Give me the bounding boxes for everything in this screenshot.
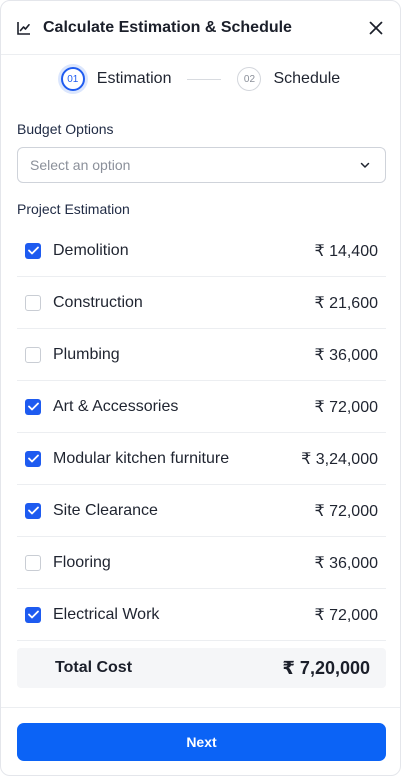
estimation-list: Demolition ₹ 14,400 Construction ₹ 21,60…	[17, 225, 386, 641]
next-button[interactable]: Next	[17, 723, 386, 761]
step-connector	[187, 78, 222, 80]
checkbox-checked[interactable]	[25, 398, 41, 415]
list-item-electrical-work[interactable]: Electrical Work ₹ 72,000	[17, 589, 386, 641]
step-estimation[interactable]: 01 Estimation	[60, 67, 172, 91]
project-estimation-label: Project Estimation	[17, 201, 130, 217]
list-item-plumbing[interactable]: Plumbing ₹ 36,000	[17, 329, 386, 381]
item-label: Site Clearance	[53, 501, 158, 519]
footer-divider	[1, 707, 400, 708]
item-label: Construction	[53, 293, 143, 311]
checkbox-unchecked[interactable]	[25, 294, 41, 311]
close-icon[interactable]	[366, 18, 386, 38]
step-number: 02	[237, 67, 262, 91]
item-amount: ₹ 72,000	[314, 502, 378, 520]
budget-select[interactable]: Select an option	[17, 147, 386, 183]
panel-header: Calculate Estimation & Schedule	[1, 1, 400, 55]
item-amount: ₹ 36,000	[314, 346, 378, 364]
list-item-demolition[interactable]: Demolition ₹ 14,400	[17, 225, 386, 277]
checkbox-checked[interactable]	[25, 450, 41, 467]
estimation-panel: Calculate Estimation & Schedule 01 Estim…	[0, 0, 401, 776]
checkbox-checked[interactable]	[25, 242, 41, 259]
item-amount: ₹ 3,24,000	[301, 450, 378, 468]
item-amount: ₹ 21,600	[314, 294, 378, 312]
panel-title: Calculate Estimation & Schedule	[43, 18, 292, 36]
chevron-down-icon	[359, 158, 373, 172]
item-label: Demolition	[53, 241, 129, 259]
step-label: Schedule	[273, 70, 341, 87]
checkbox-unchecked[interactable]	[25, 554, 41, 571]
step-label: Estimation	[96, 70, 172, 87]
total-cost-row: Total Cost ₹ 7,20,000	[17, 648, 386, 688]
item-label: Flooring	[53, 553, 111, 571]
total-cost-value: ₹ 7,20,000	[282, 657, 370, 678]
step-schedule[interactable]: 02 Schedule	[237, 67, 340, 91]
list-item-art-accessories[interactable]: Art & Accessories ₹ 72,000	[17, 381, 386, 433]
checkbox-unchecked[interactable]	[25, 346, 41, 363]
checkbox-checked[interactable]	[25, 606, 41, 623]
list-item-construction[interactable]: Construction ₹ 21,600	[17, 277, 386, 329]
list-item-modular-kitchen[interactable]: Modular kitchen furniture ₹ 3,24,000	[17, 433, 386, 485]
step-number: 01	[60, 67, 85, 91]
item-label: Modular kitchen furniture	[53, 449, 230, 467]
budget-options-label: Budget Options	[17, 121, 114, 137]
item-amount: ₹ 36,000	[314, 554, 378, 572]
item-amount: ₹ 72,000	[314, 398, 378, 416]
list-item-flooring[interactable]: Flooring ₹ 36,000	[17, 537, 386, 589]
item-label: Art & Accessories	[53, 397, 179, 415]
item-label: Plumbing	[53, 345, 120, 363]
chart-line-icon	[17, 20, 33, 36]
stepper: 01 Estimation 02 Schedule	[1, 55, 400, 103]
item-amount: ₹ 14,400	[314, 242, 378, 260]
total-cost-label: Total Cost	[55, 659, 133, 676]
select-placeholder: Select an option	[30, 157, 131, 173]
list-item-site-clearance[interactable]: Site Clearance ₹ 72,000	[17, 485, 386, 537]
item-label: Electrical Work	[53, 605, 160, 623]
item-amount: ₹ 72,000	[314, 606, 378, 624]
checkbox-checked[interactable]	[25, 502, 41, 519]
